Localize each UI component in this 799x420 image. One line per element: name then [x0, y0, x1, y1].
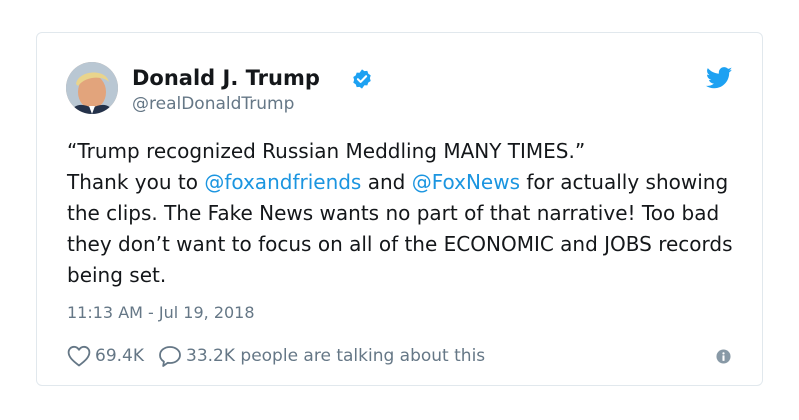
author-avatar[interactable]	[66, 62, 118, 114]
tweet-text-segment: Thank you to	[67, 170, 205, 194]
heart-icon	[67, 345, 91, 367]
conversation-button[interactable]: 33.2K people are talking about this	[158, 345, 485, 367]
tweet-text-segment: and	[361, 170, 412, 194]
mention-link-foxnews[interactable]: @FoxNews	[412, 170, 520, 194]
tweet-actions: 69.4K 33.2K people are talking about thi…	[67, 343, 485, 369]
conversation-count: 33.2K people are talking about this	[186, 346, 486, 366]
author-name[interactable]: Donald J. Trump	[132, 65, 320, 91]
speech-bubble-icon	[159, 346, 181, 367]
tweet-text: “Trump recognized Russian Meddling MANY …	[67, 136, 747, 291]
tweet-timestamp[interactable]: 11:13 AM - Jul 19, 2018	[67, 303, 255, 322]
twitter-bird-icon[interactable]	[706, 67, 733, 89]
verified-badge-icon	[353, 69, 371, 89]
avatar-portrait	[66, 62, 118, 114]
tweet-quote-line: “Trump recognized Russian Meddling MANY …	[67, 139, 586, 163]
tweet-card[interactable]: Donald J. Trump @realDonaldTrump “Trump …	[36, 32, 763, 386]
author-handle[interactable]: @realDonaldTrump	[132, 93, 294, 115]
like-count: 69.4K	[95, 346, 144, 366]
like-button[interactable]: 69.4K	[67, 345, 144, 367]
info-icon[interactable]	[716, 349, 731, 364]
mention-link-foxandfriends[interactable]: @foxandfriends	[204, 170, 361, 194]
